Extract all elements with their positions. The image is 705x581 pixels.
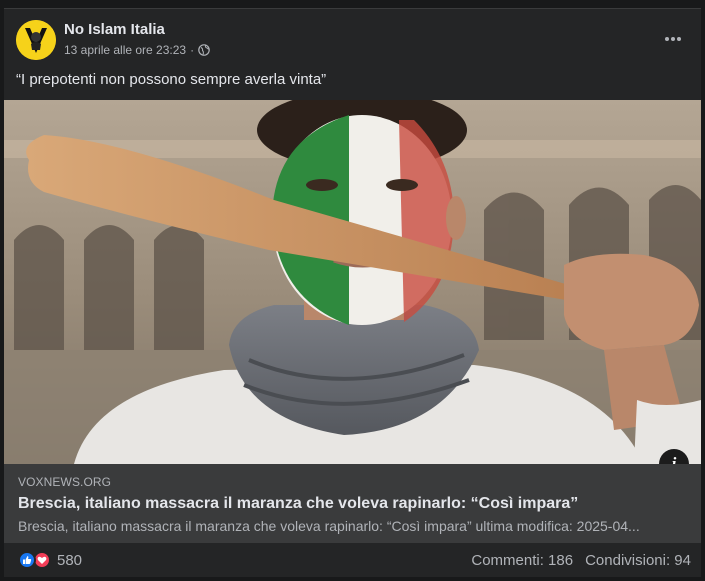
post-header: No Islam Italia 13 aprile alle ore 23:23… — [14, 19, 691, 60]
avatar[interactable] — [16, 20, 56, 60]
post-card: No Islam Italia 13 aprile alle ore 23:23… — [4, 8, 701, 577]
reaction-count: 580 — [57, 551, 83, 569]
shares-count[interactable]: Condivisioni: 94 — [585, 552, 691, 569]
reactions-summary[interactable]: 580 — [18, 551, 82, 569]
like-icon — [18, 551, 36, 569]
more-options-button[interactable] — [659, 25, 687, 53]
meta-separator: · — [190, 43, 195, 57]
avatar-logo-icon — [16, 20, 56, 60]
link-preview[interactable]: VOXNEWS.ORG Brescia, italiano massacra i… — [4, 464, 701, 543]
post-meta: 13 aprile alle ore 23:23 · — [64, 43, 210, 57]
link-description: Brescia, italiano massacra il maranza ch… — [18, 518, 640, 534]
man-with-bat-photo — [4, 100, 701, 464]
comments-count[interactable]: Commenti: 186 — [471, 552, 573, 569]
engagement-stats: Commenti: 186 Condivisioni: 94 — [471, 552, 691, 569]
link-domain: VOXNEWS.ORG — [18, 475, 112, 489]
author-name[interactable]: No Islam Italia — [64, 21, 165, 38]
more-horizontal-icon — [665, 37, 681, 41]
post-timestamp[interactable]: 13 aprile alle ore 23:23 — [64, 43, 186, 57]
post-footer: 580 Commenti: 186 Condivisioni: 94 — [4, 543, 701, 578]
link-title[interactable]: Brescia, italiano massacra il maranza ch… — [18, 495, 578, 513]
post-image[interactable] — [4, 100, 701, 464]
globe-icon[interactable] — [198, 44, 210, 56]
post-caption: “I prepotenti non possono sempre averla … — [16, 71, 327, 88]
